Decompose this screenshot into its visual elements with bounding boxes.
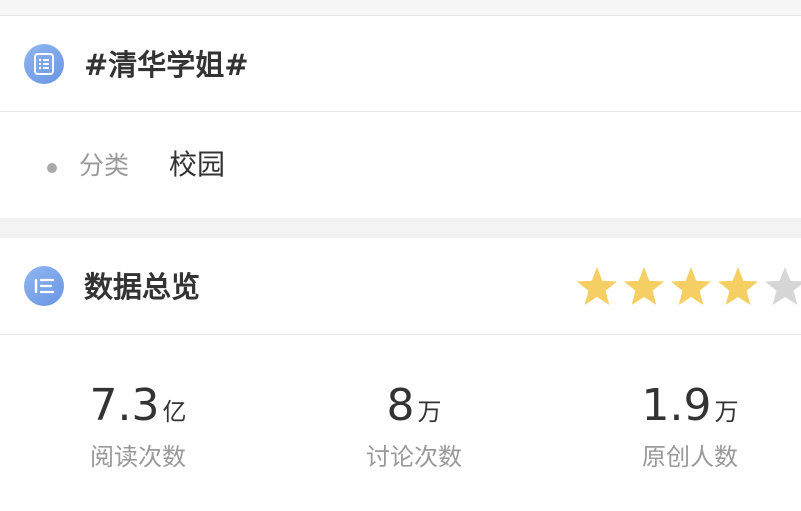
star-filled-icon xyxy=(715,263,762,311)
star-empty-icon xyxy=(762,263,801,311)
document-list-icon xyxy=(24,44,64,84)
category-value: 校园 xyxy=(169,148,226,181)
stat-value: 1.9 万 xyxy=(641,380,739,431)
stat-label: 讨论次数 xyxy=(366,443,462,471)
category-label: 分类 xyxy=(79,151,130,180)
star-filled-icon xyxy=(668,263,715,311)
topic-title: #清华学姐# xyxy=(84,48,249,82)
stat-creators: 1.9 万 原创人数 xyxy=(570,378,801,475)
stat-value: 7.3 亿 xyxy=(89,380,187,431)
divider xyxy=(0,111,801,112)
list-icon xyxy=(24,266,64,306)
overview-title: 数据总览 xyxy=(84,270,201,304)
divider xyxy=(0,15,801,16)
divider xyxy=(0,334,801,335)
star-filled-icon xyxy=(621,263,668,311)
bullet-dot xyxy=(47,163,57,173)
stat-reads: 7.3 亿 阅读次数 xyxy=(18,378,258,475)
stat-value: 8万 xyxy=(386,380,442,431)
rating-stars xyxy=(574,263,801,311)
top-gap xyxy=(0,0,801,15)
stat-label: 阅读次数 xyxy=(90,443,186,471)
stat-discussions: 8万 讨论次数 xyxy=(294,378,534,475)
stat-label: 原创人数 xyxy=(642,443,738,471)
star-filled-icon xyxy=(574,263,621,311)
section-gap xyxy=(0,218,801,238)
